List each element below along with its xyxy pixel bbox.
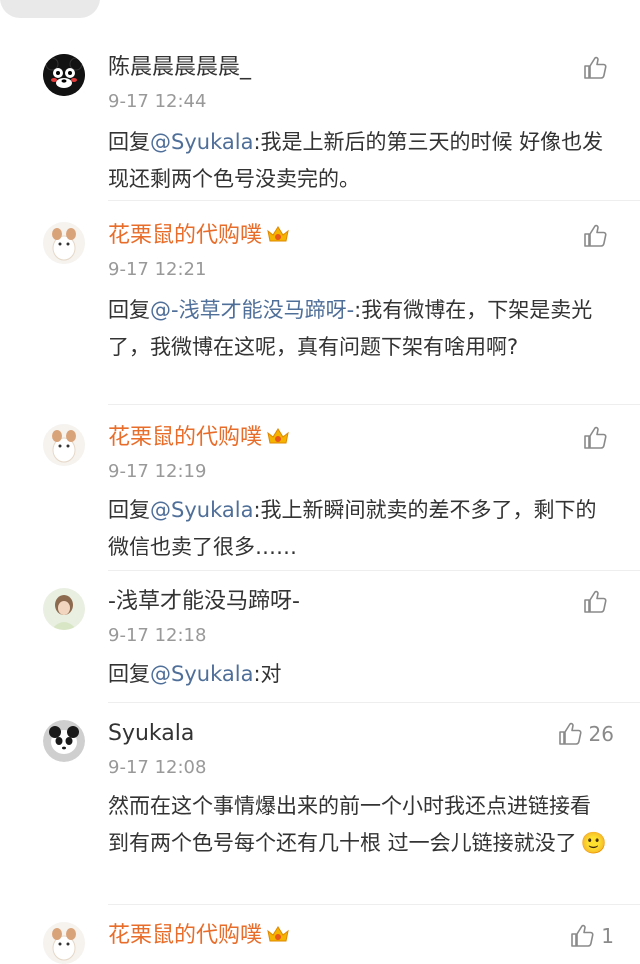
username[interactable]: 花栗鼠的代购噗	[108, 424, 290, 452]
comment-text: 回复@Syukala:对	[108, 656, 608, 693]
comment-body: 然而在这个事情爆出来的前一个小时我还点进链接看到有两个色号每个还有几十根 过一会…	[108, 794, 591, 855]
avatar[interactable]	[43, 54, 85, 96]
smile-emoji: 🙂	[580, 831, 607, 855]
divider	[108, 570, 640, 571]
like-button[interactable]	[582, 588, 614, 616]
timestamp: 9-17 12:21	[108, 259, 207, 280]
top-cutoff-row	[0, 0, 640, 20]
username-text[interactable]: 花栗鼠的代购噗	[108, 425, 262, 450]
username[interactable]: -浅草才能没马蹄呀-	[108, 588, 300, 616]
like-button[interactable]: 1	[569, 922, 614, 950]
avatar[interactable]	[43, 222, 85, 264]
reply-prefix: 回复	[108, 498, 150, 522]
username-text[interactable]: 花栗鼠的代购噗	[108, 923, 262, 948]
like-count: 1	[601, 924, 614, 948]
username-text[interactable]: 花栗鼠的代购噗	[108, 223, 262, 248]
timestamp: 9-17 12:44	[108, 91, 207, 112]
like-button[interactable]	[582, 54, 614, 82]
thumbs-up-icon	[584, 590, 607, 613]
comment-text: 回复@Syukala:我是上新后的第三天的时候 好像也发现还剩两个色号没卖完的。	[108, 124, 608, 198]
mention-link[interactable]: @-浅草才能没马蹄呀-	[150, 298, 354, 322]
thumbs-up-icon	[584, 224, 607, 247]
reply-prefix: 回复	[108, 662, 150, 686]
divider	[108, 904, 640, 905]
username[interactable]: 陈晨晨晨晨晨_	[108, 54, 251, 82]
thumbs-up-icon	[571, 924, 594, 947]
comment-text: 然而在这个事情爆出来的前一个小时我还点进链接看到有两个色号每个还有几十根 过一会…	[108, 788, 608, 862]
mention-link[interactable]: @Syukala	[150, 498, 253, 522]
timestamp: 9-17 12:18	[108, 625, 207, 646]
like-button[interactable]: 26	[557, 720, 614, 748]
comment-text: 回复@-浅草才能没马蹄呀-:我有微博在，下架是卖光了，我微博在这呢，真有问题下架…	[108, 292, 608, 366]
avatar[interactable]	[43, 720, 85, 762]
vip-crown-icon	[267, 226, 289, 242]
top-pill	[0, 0, 100, 18]
username[interactable]: 花栗鼠的代购噗	[108, 922, 290, 950]
reply-prefix: 回复	[108, 298, 150, 322]
reply-prefix: 回复	[108, 130, 150, 154]
like-count: 26	[588, 722, 614, 746]
thumbs-up-icon	[584, 426, 607, 449]
thumbs-up-icon	[584, 56, 607, 79]
vip-crown-icon	[267, 428, 289, 444]
username[interactable]: Syukala	[108, 720, 194, 748]
avatar[interactable]	[43, 588, 85, 630]
mention-link[interactable]: @Syukala	[150, 130, 253, 154]
avatar[interactable]	[43, 922, 85, 964]
avatar[interactable]	[43, 424, 85, 466]
like-button[interactable]	[582, 424, 614, 452]
divider	[108, 200, 640, 201]
comment-text: 回复@Syukala:我上新瞬间就卖的差不多了，剩下的微信也卖了很多……	[108, 492, 608, 566]
divider	[108, 702, 640, 703]
like-button[interactable]	[582, 222, 614, 250]
timestamp: 9-17 12:19	[108, 461, 207, 482]
comment-body: :对	[253, 662, 282, 686]
username[interactable]: 花栗鼠的代购噗	[108, 222, 290, 250]
thumbs-up-icon	[558, 722, 582, 745]
divider	[108, 404, 640, 405]
timestamp: 9-17 12:08	[108, 757, 207, 778]
mention-link[interactable]: @Syukala	[150, 662, 253, 686]
vip-crown-icon	[267, 926, 289, 942]
